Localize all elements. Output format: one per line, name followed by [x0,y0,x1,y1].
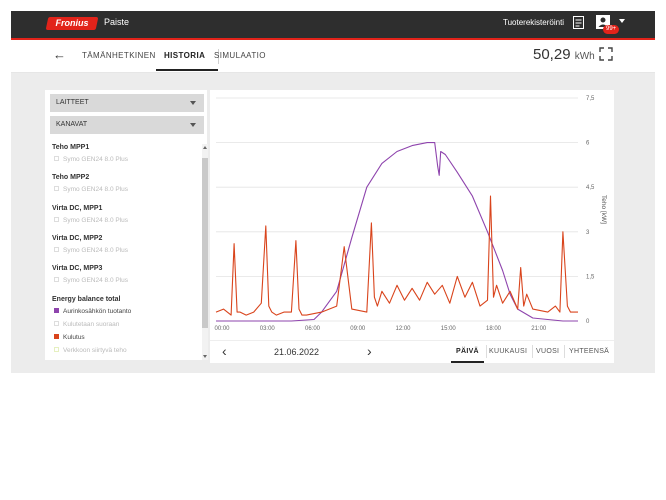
period-tab-total[interactable]: YHTEENSÄ [569,348,609,355]
channel-group-title: Teho MPP2 [52,174,90,181]
channel-item-label: Kulutetaan suoraan [63,321,120,328]
channel-item-label: Symo GEN24 8.0 Plus [63,217,129,224]
legend-swatch [54,186,59,191]
registration-icon[interactable] [573,16,584,29]
date-period-bar: ‹ 21.06.2022 › PÄIVÄ KUUKAUSI VUOSI YHTE… [210,340,614,363]
channel-item-production[interactable]: Aurinkosähkön tuotanto [54,308,131,315]
channel-item-direct-consumption[interactable]: Kulutetaan suoraan [54,321,119,328]
x-tick-label: 00:00 [214,326,230,332]
channel-item-label: Aurinkosähkön tuotanto [63,308,132,315]
channel-item[interactable]: Symo GEN24 8.0 Plus [54,247,128,254]
top-bar: Fronius Paiste Tuoterekisteröinti 99+ [11,11,655,40]
previous-date-icon[interactable]: ‹ [222,343,227,359]
channels-dropdown-label: KANAVAT [56,121,88,128]
y-axis-label: Teho [kW] [600,195,607,224]
channel-item-label: Symo GEN24 8.0 Plus [63,247,129,254]
notification-badge[interactable]: 99+ [603,25,620,34]
channel-group-title: Energy balance total [52,296,121,303]
channel-group-title: Virta DC, MPP3 [52,265,103,272]
channel-group-title: Teho MPP1 [52,144,90,151]
legend-swatch [54,247,59,252]
channel-item-consumption[interactable]: Kulutus [54,334,85,341]
period-divider [564,345,565,358]
x-tick-label: 06:00 [305,326,321,332]
active-tab-indicator [156,69,218,71]
tab-simulation[interactable]: SIMULAATIO [214,51,266,60]
channel-item-label: Symo GEN24 8.0 Plus [63,277,129,284]
y-tick-label: 1,5 [586,274,595,280]
x-tick-label: 09:00 [350,326,366,332]
date-label[interactable]: 21.06.2022 [274,347,319,357]
scroll-down-icon[interactable] [203,355,207,358]
scrollbar-thumb[interactable] [202,158,208,328]
energy-total: 50,29 kWh [533,46,595,63]
channel-item[interactable]: Symo GEN24 8.0 Plus [54,217,128,224]
chevron-down-icon [190,101,196,105]
legend-swatch [54,347,59,352]
legend-swatch [54,334,59,339]
next-date-icon[interactable]: › [367,343,372,359]
energy-unit: kWh [574,51,595,62]
devices-dropdown-label: LAITTEET [56,99,89,106]
x-tick-label: 21:00 [531,326,547,332]
app-title: Paiste [104,17,130,27]
channel-item-label: Symo GEN24 8.0 Plus [63,156,129,163]
period-tab-day[interactable]: PÄIVÄ [456,348,479,355]
channel-list: Teho MPP1 Symo GEN24 8.0 Plus Teho MPP2 … [45,142,205,360]
channels-dropdown[interactable]: KANAVAT [50,116,204,134]
x-tick-label: 12:00 [395,326,411,332]
y-tick-label: 0 [586,319,590,325]
sidebar-scrollbar[interactable] [202,144,208,360]
period-divider [486,345,487,358]
y-tick-label: 3 [586,230,590,236]
tab-current[interactable]: TÄMÄNHETKINEN [82,51,156,60]
y-tick-label: 4,5 [586,185,595,191]
channel-group-title: Virta DC, MPP2 [52,235,103,242]
chevron-down-icon[interactable] [619,19,625,23]
period-tab-month[interactable]: KUUKAUSI [489,348,527,355]
product-registration-link[interactable]: Tuoterekisteröinti [503,18,564,27]
y-tick-label: 7,5 [586,96,595,102]
channel-sidebar: LAITTEET KANAVAT Teho MPP1 Symo GEN24 8.… [45,90,208,360]
channel-group-title: Virta DC, MPP1 [52,205,103,212]
fronius-logo[interactable]: Fronius [45,17,99,30]
logo-text: Fronius [55,18,89,28]
channel-item-label: Kulutus [63,334,85,341]
legend-swatch [54,321,59,326]
active-period-indicator [451,361,484,363]
devices-dropdown[interactable]: LAITTEET [50,94,204,112]
period-divider [532,345,533,358]
channel-item[interactable]: Symo GEN24 8.0 Plus [54,186,128,193]
x-tick-label: 03:00 [260,326,276,332]
channel-item-grid-feed[interactable]: Verkkoon siirtyvä teho [54,347,127,354]
channel-item-label: Symo GEN24 8.0 Plus [63,186,129,193]
arrow-left-icon[interactable]: ← [53,47,66,62]
scroll-up-icon[interactable] [203,146,207,149]
fullscreen-icon[interactable] [599,47,613,61]
history-chart: 0 1,5 3 4,5 6 7,5 00:00 03:00 06:00 09:00 12:00 15:… [210,90,614,340]
legend-swatch [54,277,59,282]
x-tick-label: 18:00 [486,326,502,332]
channel-item[interactable]: Symo GEN24 8.0 Plus [54,277,128,284]
chart-svg: 0 1,5 3 4,5 6 7,5 00:00 03:00 06:00 09:00 12:00 15:… [214,96,607,332]
chevron-down-icon [190,123,196,127]
legend-swatch [54,217,59,222]
consumption-series-line [215,195,578,316]
sub-navigation: ← TÄMÄNHETKINEN HISTORIA SIMULAATIO 50,2… [11,40,655,73]
x-tick-label: 15:00 [441,326,457,332]
legend-swatch [54,156,59,161]
y-tick-label: 6 [586,141,590,147]
channel-item-label: Verkkoon siirtyvä teho [63,347,127,354]
energy-value: 50,29 [533,46,571,63]
tab-history[interactable]: HISTORIA [164,51,205,60]
legend-swatch [54,308,59,313]
channel-item[interactable]: Symo GEN24 8.0 Plus [54,156,128,163]
period-tab-year[interactable]: VUOSI [536,348,559,355]
